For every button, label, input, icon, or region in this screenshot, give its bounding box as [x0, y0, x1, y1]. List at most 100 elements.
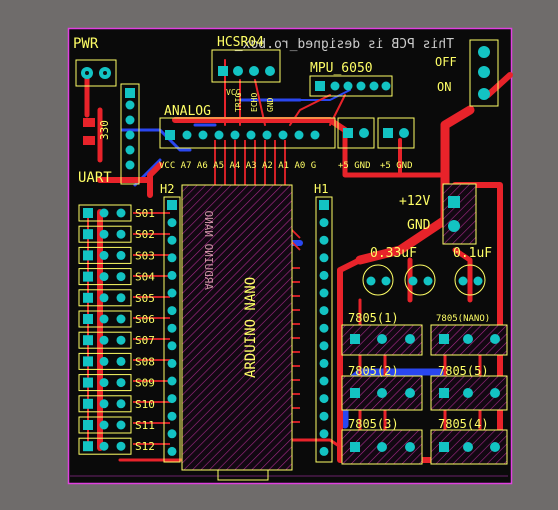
analog-pins-label: VCC A7 A6 A5 A4 A3 A2 A1 A0 G — [159, 161, 316, 171]
pwr-label: PWR — [73, 36, 99, 52]
servo-pin — [99, 420, 109, 430]
servo-pin — [116, 420, 126, 430]
servo-label: S03 — [135, 249, 155, 262]
servo-pin — [116, 356, 126, 366]
servo-pin — [99, 293, 109, 303]
uart-label: UART — [78, 170, 112, 186]
reg-nano-label: 7805(NANO) — [436, 314, 490, 324]
servo-pin — [99, 356, 109, 366]
header-pin — [319, 341, 329, 351]
header-pin — [319, 394, 329, 404]
servo-pin — [116, 399, 126, 409]
servo-pin — [99, 229, 109, 239]
header-pin — [167, 218, 177, 228]
reg5-label: 7805(5) — [438, 364, 489, 378]
gnd-label: GND — [407, 218, 431, 233]
servo-label: S05 — [135, 292, 155, 305]
header-pin — [319, 323, 329, 333]
header-pin — [319, 429, 329, 439]
servo-pin — [83, 377, 93, 388]
header-pin — [319, 306, 329, 316]
header-pin — [167, 341, 177, 351]
servo-label: S10 — [135, 398, 155, 411]
reg1-label: 7805(1) — [348, 311, 399, 325]
reg2-label: 7805(2) — [348, 364, 399, 378]
servo-pin — [83, 356, 93, 367]
servo-pin — [83, 250, 93, 261]
servo-pin — [83, 441, 93, 452]
hcsr04-label: HCSR04 — [217, 35, 264, 50]
servo-pin — [116, 441, 126, 451]
servo-pin — [99, 272, 109, 282]
servo-pin — [116, 335, 126, 345]
servo-pin — [99, 441, 109, 451]
v12-label: +12V — [399, 194, 430, 209]
header-pin — [167, 200, 177, 210]
header-pin — [167, 358, 177, 368]
hc-pin-trig: TRIG — [234, 93, 243, 112]
servo-pin — [116, 250, 126, 260]
servo-pin — [99, 335, 109, 345]
servo-label: S01 — [135, 207, 155, 220]
header-pin — [319, 376, 329, 386]
arduino-nano-footprint — [181, 184, 293, 471]
nano-label: ARDUINO NANO — [243, 277, 259, 378]
servo-pin — [99, 208, 109, 218]
header-pin — [319, 235, 329, 245]
header-pin — [319, 270, 329, 280]
servo-label: S02 — [135, 228, 155, 241]
header-pin — [167, 270, 177, 280]
header-pin — [319, 288, 329, 298]
servo-label: S12 — [135, 440, 155, 453]
servo-pin — [83, 292, 93, 303]
resistor-label: 330 — [98, 120, 111, 140]
reg3-label: 7805(3) — [348, 417, 399, 431]
power-pins-label-b: +5 GND — [380, 161, 413, 171]
pcb-layout-view: S01 S02 S03 S04 S05 S06 S07 S08 S09 S10 S11 S12 PWR… — [67, 27, 513, 485]
header-pin — [319, 358, 329, 368]
header-pin — [167, 446, 177, 456]
header-pin — [167, 394, 177, 404]
switch-on-label: ON — [437, 80, 451, 94]
servo-label: S08 — [135, 355, 155, 368]
servo-pin — [116, 314, 126, 324]
credit-text: This PCB is designed_ro.box_ — [235, 37, 454, 52]
h1-label: H1 — [314, 182, 328, 196]
servo-pin — [83, 271, 93, 282]
header-pin — [167, 253, 177, 263]
servo-pin — [116, 229, 126, 239]
header-pin — [167, 411, 177, 421]
servo-pin — [99, 314, 109, 324]
mpu-label: MPU_6050 — [310, 61, 373, 76]
nano-mirror-label: ARDUINO NANO — [202, 211, 215, 290]
header-pin — [319, 446, 329, 456]
servo-pin — [99, 378, 109, 388]
header-pin — [167, 323, 177, 333]
header-pin — [167, 288, 177, 298]
servo-pin — [116, 272, 126, 282]
servo-pin — [99, 250, 109, 260]
servo-pin — [83, 229, 93, 240]
terminal-12v — [442, 183, 477, 245]
header-pin — [319, 253, 329, 263]
servo-label: S06 — [135, 313, 155, 326]
header-pin — [319, 218, 329, 228]
analog-label: ANALOG — [164, 104, 211, 119]
header-pin — [167, 429, 177, 439]
h2-label: H2 — [160, 182, 174, 196]
servo-label: S07 — [135, 334, 155, 347]
servo-pin — [116, 378, 126, 388]
switch-off-label: OFF — [435, 55, 457, 69]
servo-label: S09 — [135, 377, 155, 390]
servo-label: S04 — [135, 271, 155, 284]
servo-label: S11 — [135, 419, 155, 432]
header-pin — [167, 306, 177, 316]
hc-pin-echo: ECHO — [250, 93, 259, 112]
servo-pin — [116, 208, 126, 218]
servo-pin — [83, 420, 93, 430]
header-pin — [319, 200, 329, 210]
header-pin — [167, 376, 177, 386]
servo-pin — [83, 208, 93, 218]
hc-pin-gnd: GND — [266, 97, 275, 112]
servo-pin — [83, 335, 93, 346]
